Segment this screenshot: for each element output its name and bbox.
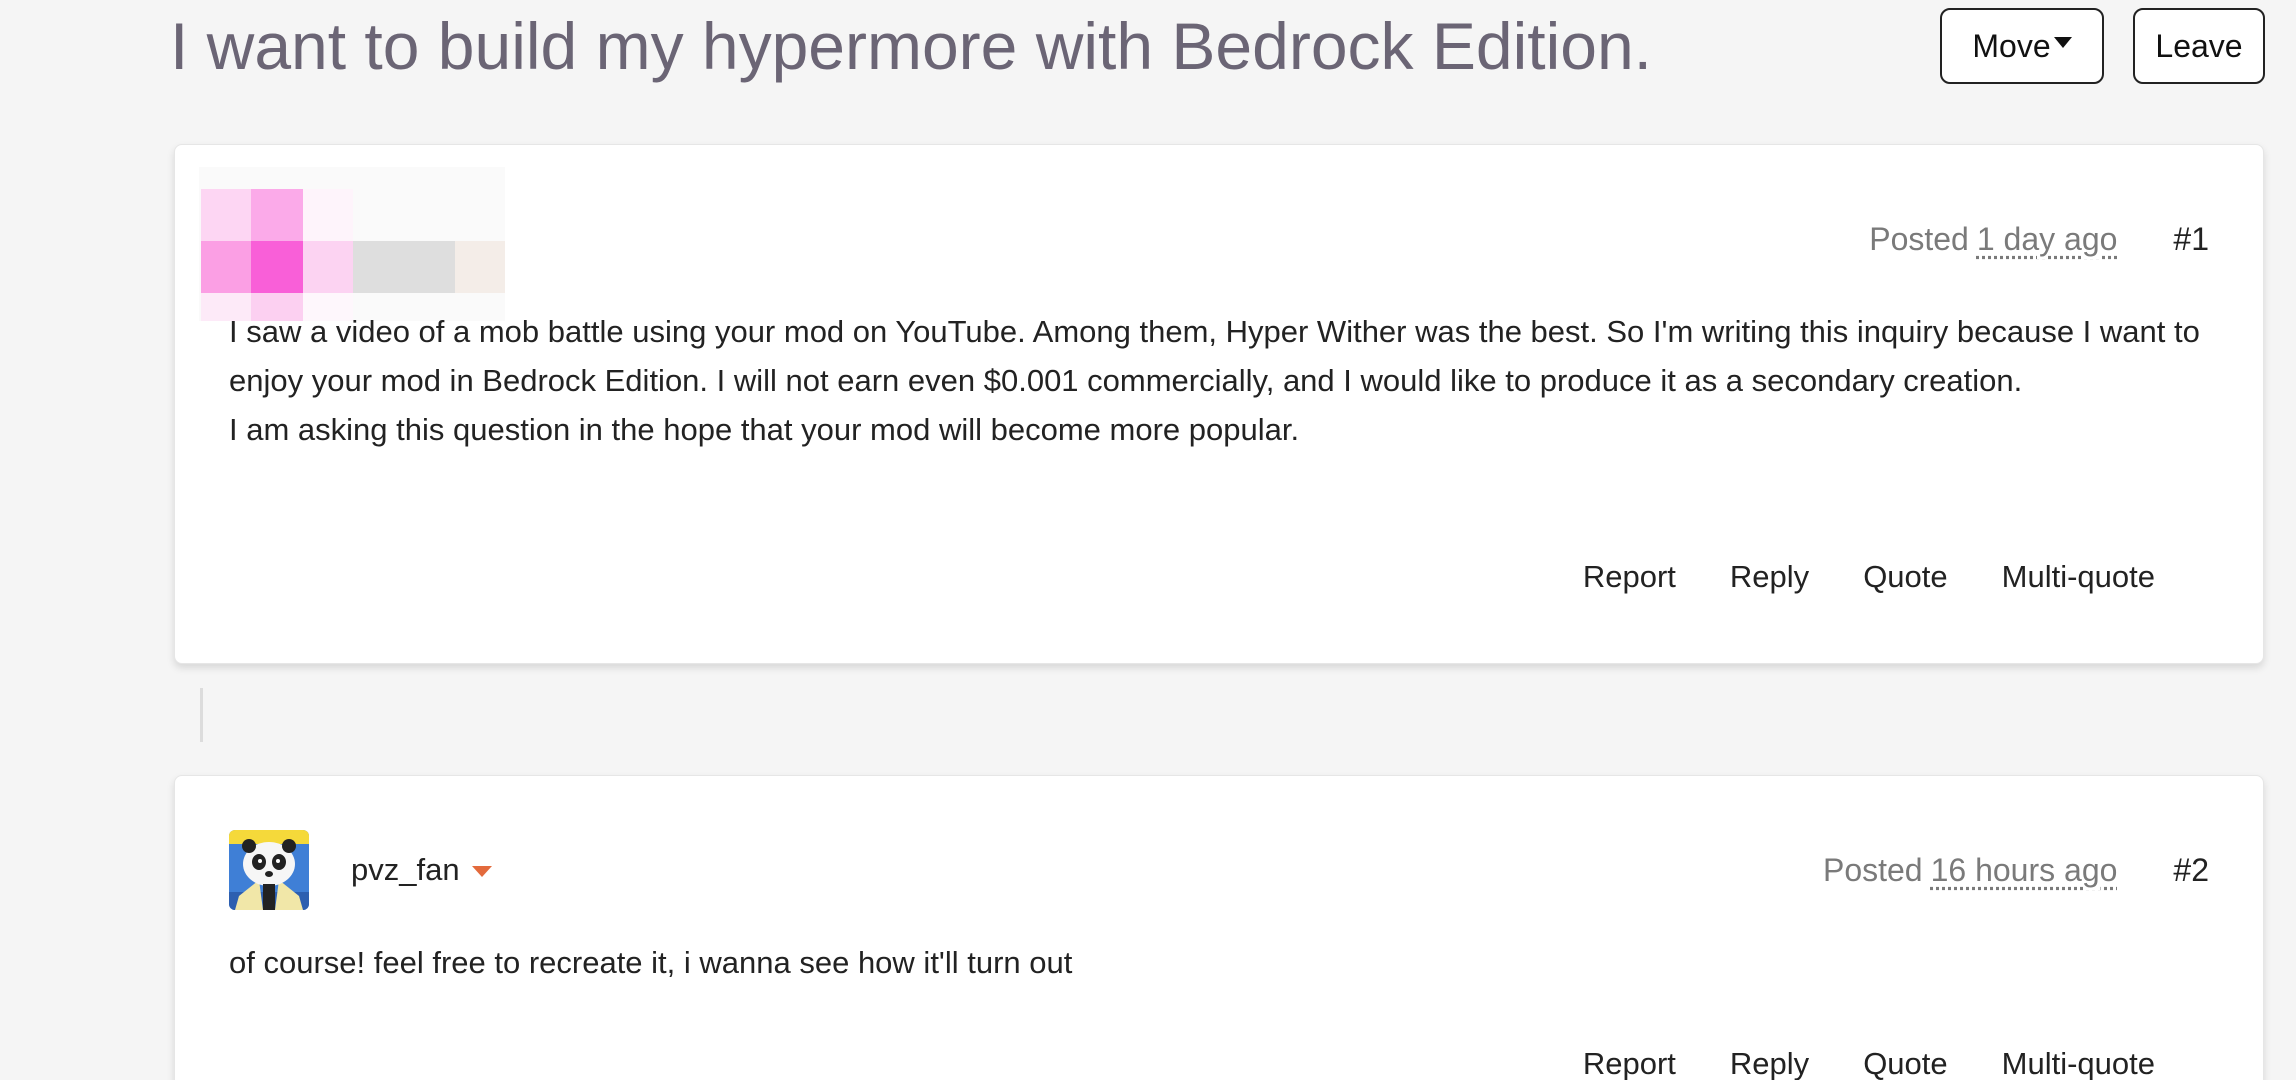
report-link[interactable]: Report bbox=[1583, 1046, 1676, 1080]
move-button-label: Move bbox=[1972, 27, 2051, 64]
post-actions: Report Reply Quote Multi-quote bbox=[1583, 1046, 2155, 1080]
post-meta: Posted 1 day ago #1 bbox=[1869, 221, 2209, 258]
post-number[interactable]: #1 bbox=[2173, 221, 2209, 258]
report-link[interactable]: Report bbox=[1583, 559, 1676, 595]
author-row: pvz_fan bbox=[351, 852, 492, 888]
panda-avatar-icon bbox=[229, 830, 309, 910]
post-paragraph: I saw a video of a mob battle using your… bbox=[229, 314, 2200, 398]
posted-label: Posted bbox=[1822, 852, 1923, 888]
post-timestamp[interactable]: 1 day ago bbox=[1977, 221, 2118, 258]
reply-link[interactable]: Reply bbox=[1730, 1046, 1809, 1080]
move-button[interactable]: Move bbox=[1940, 8, 2104, 84]
quote-link[interactable]: Quote bbox=[1863, 1046, 1947, 1080]
post-body: I saw a video of a mob battle using your… bbox=[229, 307, 2209, 454]
post-meta: Posted 16 hours ago #2 bbox=[1823, 852, 2209, 889]
author-name[interactable]: pvz_fan bbox=[351, 852, 460, 888]
caret-down-icon bbox=[2053, 36, 2072, 48]
thread-title: I want to build my hypermore with Bedroc… bbox=[170, 9, 1653, 83]
reply-link[interactable]: Reply bbox=[1730, 559, 1809, 595]
post-body: of course! feel free to recreate it, i w… bbox=[229, 938, 2209, 987]
multi-quote-link[interactable]: Multi-quote bbox=[2002, 1046, 2155, 1080]
posted-label: Posted bbox=[1869, 221, 1969, 257]
post-connector bbox=[200, 688, 203, 742]
quote-link[interactable]: Quote bbox=[1863, 559, 1947, 595]
caret-down-icon[interactable] bbox=[471, 865, 492, 877]
post-paragraph: I am asking this question in the hope th… bbox=[229, 412, 1300, 447]
post-timestamp[interactable]: 16 hours ago bbox=[1931, 852, 2118, 889]
post-2: pvz_fan Posted 16 hours ago #2 of course… bbox=[174, 775, 2264, 1080]
avatar[interactable] bbox=[229, 830, 309, 910]
multi-quote-link[interactable]: Multi-quote bbox=[2002, 559, 2155, 595]
leave-button-label: Leave bbox=[2155, 27, 2243, 64]
post-actions: Report Reply Quote Multi-quote bbox=[1583, 559, 2155, 595]
post-paragraph: of course! feel free to recreate it, i w… bbox=[229, 945, 1073, 980]
forum-thread-page: I want to build my hypermore with Bedroc… bbox=[0, 0, 2296, 1080]
post-number[interactable]: #2 bbox=[2173, 852, 2209, 889]
pixelated-avatar-icon[interactable] bbox=[199, 167, 505, 321]
leave-button[interactable]: Leave bbox=[2133, 8, 2265, 84]
post-1: Posted 1 day ago #1 I saw a video of a m… bbox=[174, 144, 2264, 664]
